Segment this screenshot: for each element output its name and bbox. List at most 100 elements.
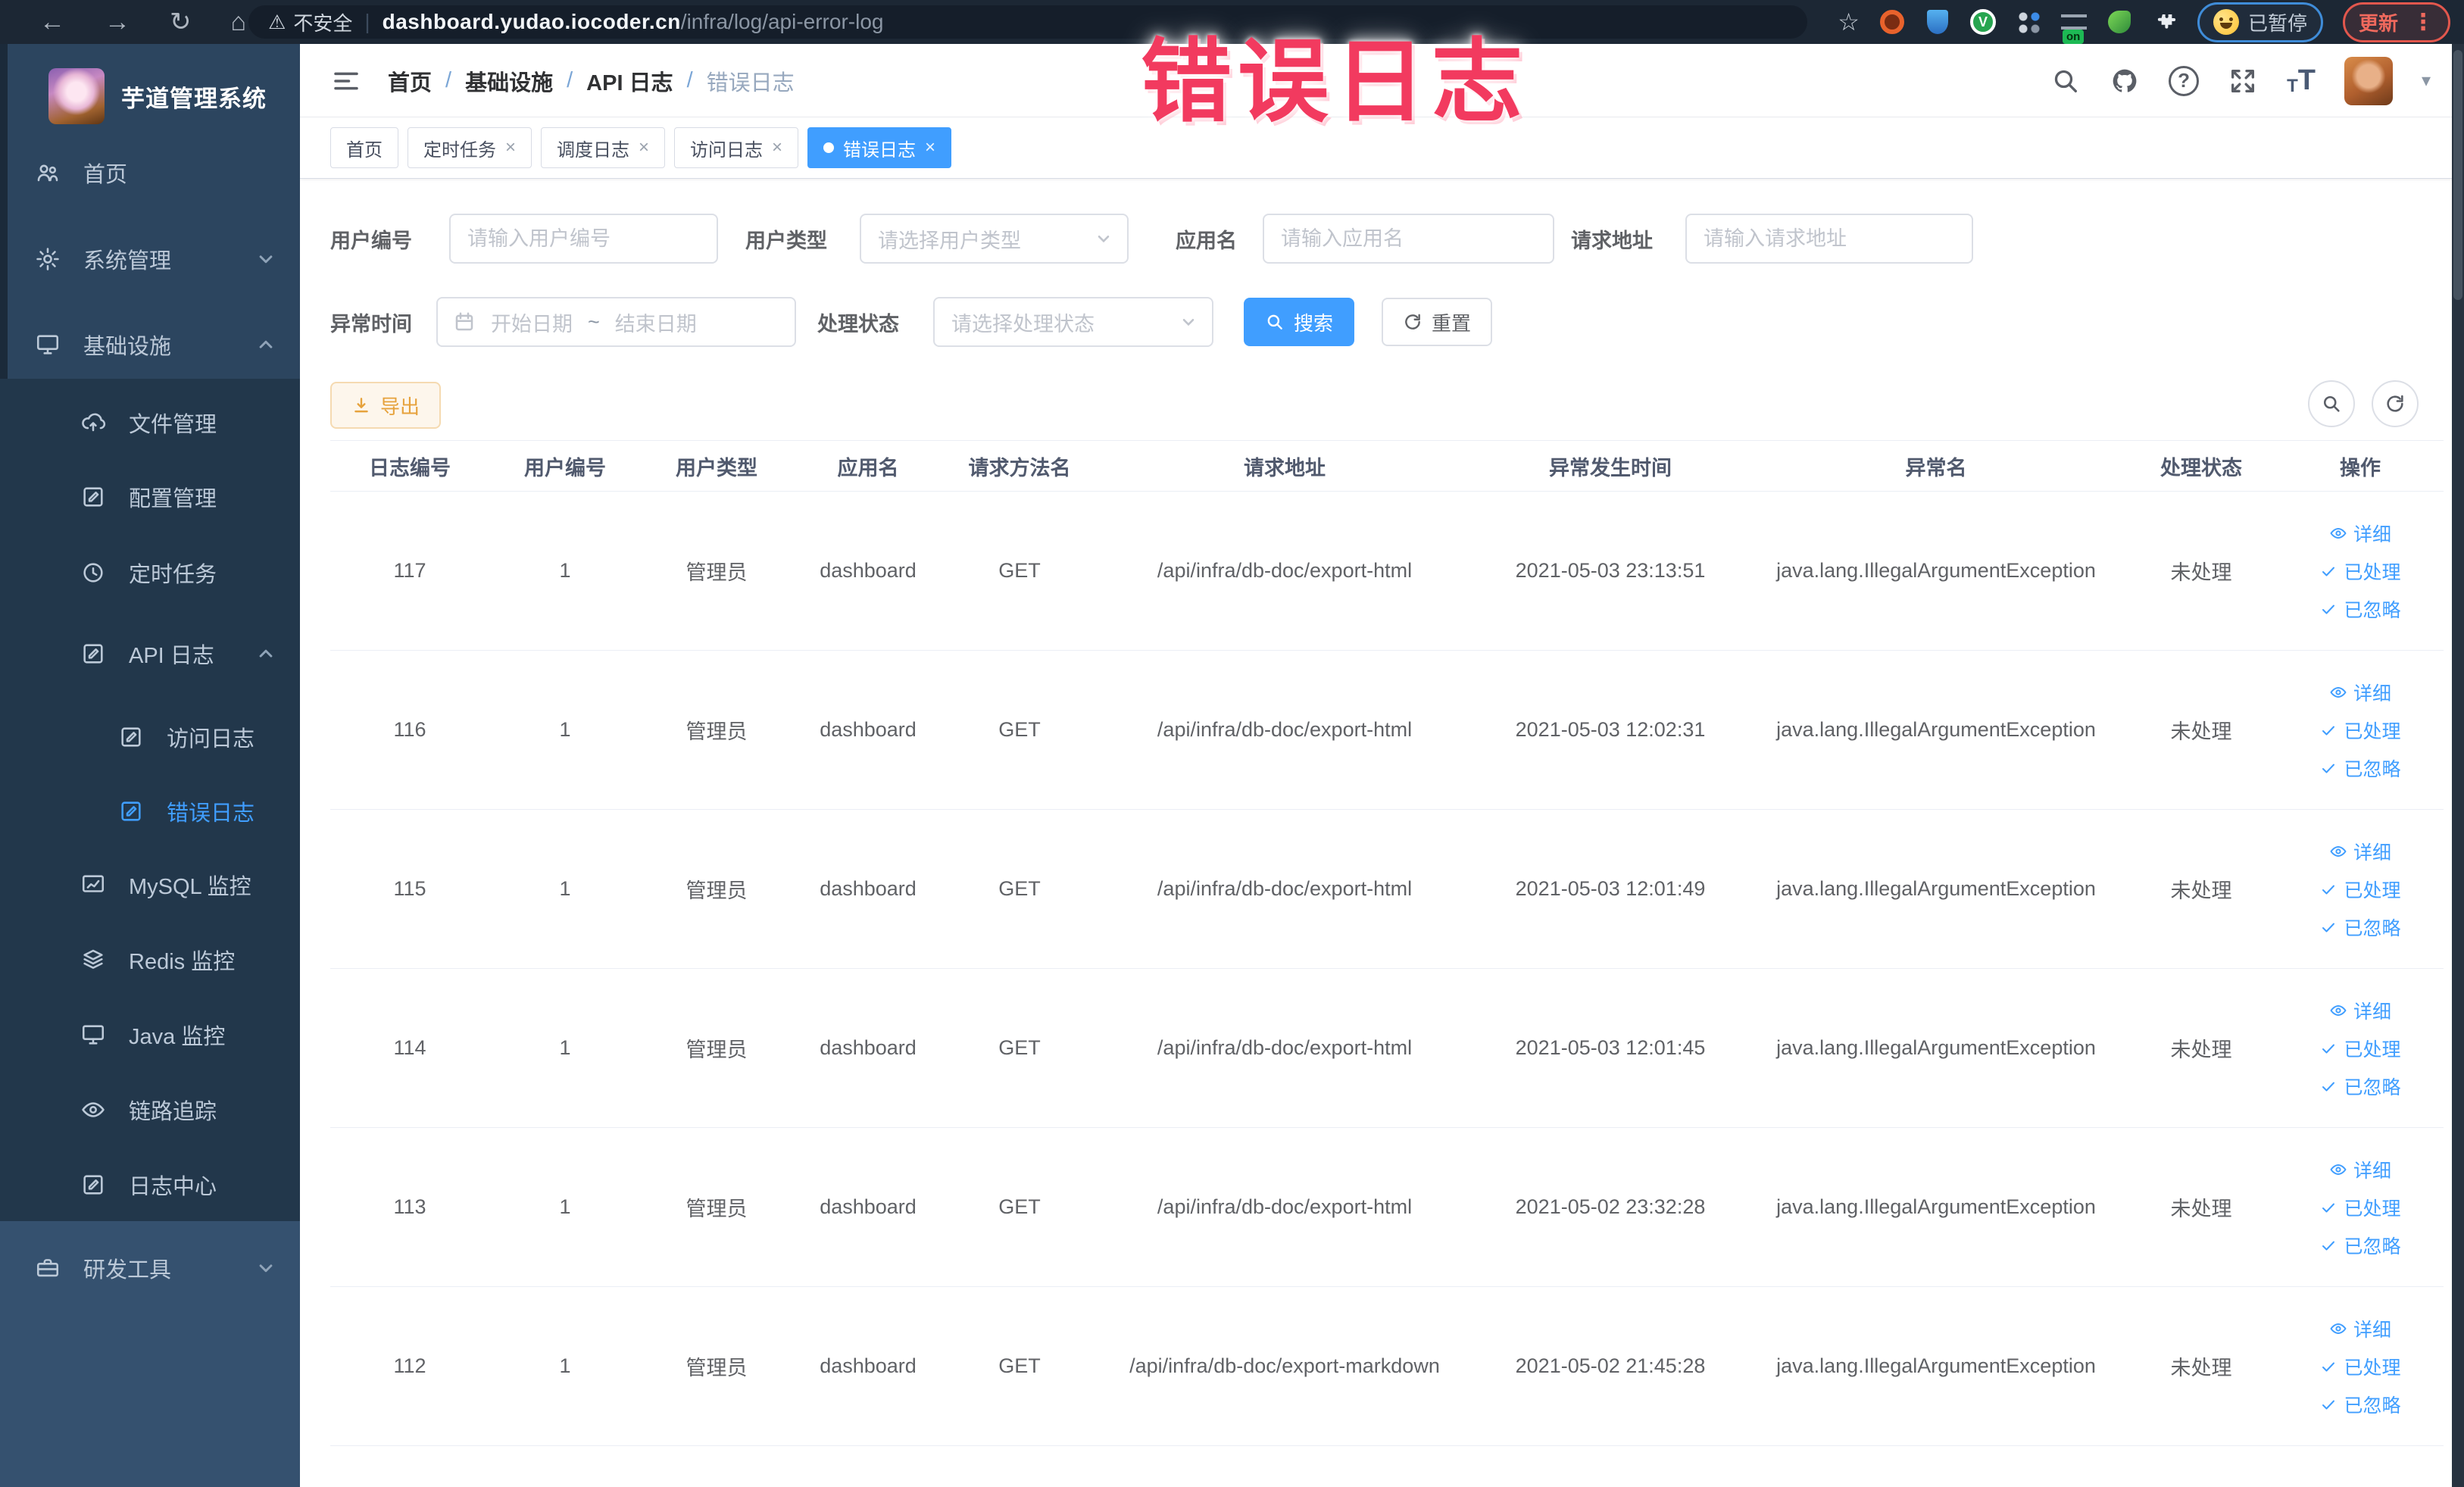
font-size-icon[interactable]: TT: [2287, 64, 2316, 97]
sidebar-item-scheduled-tasks[interactable]: 定时任务: [0, 544, 300, 601]
close-icon[interactable]: ×: [505, 137, 516, 158]
tab-schedule-logs[interactable]: 调度日志 ×: [541, 127, 666, 168]
detail-link[interactable]: 详细: [2329, 520, 2391, 547]
not-secure-warning[interactable]: ⚠ 不安全: [268, 8, 352, 36]
close-icon[interactable]: ×: [772, 137, 782, 158]
detail-link[interactable]: 详细: [2329, 1156, 2391, 1183]
extension-icon-shield[interactable]: [1925, 9, 1950, 35]
sidebar-item-dev-tools[interactable]: 研发工具: [0, 1239, 300, 1297]
detail-link[interactable]: 详细: [2329, 1315, 2391, 1342]
cell-time: 2021-05-03 12:01:49: [1515, 877, 1706, 900]
mark-processed-link[interactable]: 已处理: [2319, 1035, 2401, 1062]
extension-icon-grid[interactable]: [2016, 9, 2041, 35]
browser-update-button[interactable]: 更新 ⋮: [2342, 2, 2450, 42]
browser-back-icon[interactable]: ←: [39, 8, 65, 37]
cell-method: GET: [998, 1195, 1041, 1218]
table-row: 117 1 管理员 dashboard GET /api/infra/db-do…: [330, 492, 2444, 651]
sidebar-item-redis-monitor[interactable]: Redis 监控: [0, 931, 300, 989]
browser-menu-icon[interactable]: ⋮: [2412, 9, 2434, 36]
app-name-input[interactable]: [1263, 214, 1554, 264]
mark-ignored-link[interactable]: 已忽略: [2319, 595, 2401, 623]
exception-time-range-picker[interactable]: 开始日期 ~ 结束日期: [436, 297, 796, 347]
detail-link[interactable]: 详细: [2329, 997, 2391, 1024]
fullscreen-icon[interactable]: [2228, 66, 2258, 96]
close-icon[interactable]: ×: [925, 137, 935, 158]
breadcrumb-home[interactable]: 首页: [388, 65, 432, 97]
eye-icon: [2329, 1161, 2347, 1179]
tab-scheduled-tasks[interactable]: 定时任务 ×: [408, 127, 532, 168]
process-status-select[interactable]: 请选择处理状态: [933, 297, 1213, 347]
chevron-up-icon: [255, 642, 277, 665]
address-bar[interactable]: ⚠ 不安全 | dashboard.yudao.iocoder.cn/infra…: [248, 5, 1807, 39]
sidebar-item-file-management[interactable]: 文件管理: [0, 394, 300, 451]
sidebar-item-config-management[interactable]: 配置管理: [0, 468, 300, 526]
sidebar-item-tracing[interactable]: 链路追踪: [0, 1081, 300, 1139]
detail-link[interactable]: 详细: [2329, 838, 2391, 865]
breadcrumb-infrastructure[interactable]: 基础设施: [465, 65, 553, 97]
table-toolbar: [2308, 380, 2419, 427]
scrollbar[interactable]: [2452, 44, 2464, 1487]
github-icon[interactable]: [2110, 66, 2140, 96]
table-row: 113 1 管理员 dashboard GET /api/infra/db-do…: [330, 1128, 2444, 1287]
mark-ignored-link[interactable]: 已忽略: [2319, 914, 2401, 941]
refresh-icon: [2384, 393, 2406, 414]
reset-button[interactable]: 重置: [1382, 298, 1493, 346]
request-url-input[interactable]: [1685, 214, 1973, 264]
sidebar-item-infrastructure[interactable]: 基础设施: [0, 316, 300, 373]
mark-processed-link[interactable]: 已处理: [2319, 1194, 2401, 1221]
mark-ignored-link[interactable]: 已忽略: [2319, 1073, 2401, 1100]
people-icon: [33, 158, 62, 187]
extension-icon-on-switch[interactable]: on: [2060, 9, 2087, 44]
mark-processed-link[interactable]: 已处理: [2319, 558, 2401, 585]
mark-processed-link[interactable]: 已处理: [2319, 717, 2401, 744]
export-button[interactable]: 导出: [330, 382, 442, 429]
tab-access-logs[interactable]: 访问日志 ×: [674, 127, 799, 168]
user-type-select[interactable]: 请选择用户类型: [860, 214, 1129, 264]
extension-icon-leaf[interactable]: [2106, 9, 2132, 35]
sidebar-item-home[interactable]: 首页: [0, 144, 300, 201]
extensions-puzzle-icon[interactable]: [2152, 9, 2178, 35]
extension-icon-green-v[interactable]: V: [1969, 9, 1996, 35]
mark-ignored-link[interactable]: 已忽略: [2319, 754, 2401, 782]
calendar-icon: [453, 311, 476, 333]
sidebar-item-error-logs[interactable]: 错误日志: [0, 783, 300, 840]
sidebar-item-log-center[interactable]: 日志中心: [0, 1156, 300, 1214]
browser-forward-icon[interactable]: →: [105, 8, 130, 37]
browser-home-icon[interactable]: ⌂: [231, 8, 247, 37]
cell-actions: 详细 已处理 已忽略: [2277, 1315, 2444, 1418]
tab-home[interactable]: 首页: [330, 127, 398, 168]
extension-icon-orange[interactable]: [1879, 9, 1905, 35]
bookmark-star-icon[interactable]: ☆: [1838, 8, 1860, 36]
search-button[interactable]: 搜索: [1244, 298, 1355, 346]
sidebar-item-mysql-monitor[interactable]: MySQL 监控: [0, 856, 300, 914]
detail-link[interactable]: 详细: [2329, 679, 2391, 706]
mark-processed-link[interactable]: 已处理: [2319, 1353, 2401, 1380]
search-icon: [1265, 312, 1285, 332]
breadcrumb-api-logs[interactable]: API 日志: [586, 65, 673, 97]
mark-ignored-link[interactable]: 已忽略: [2319, 1232, 2401, 1259]
paused-badge[interactable]: 已暂停: [2197, 2, 2323, 42]
active-tab-dot: [823, 142, 835, 153]
sidebar-item-java-monitor[interactable]: Java 监控: [0, 1006, 300, 1064]
mark-processed-link[interactable]: 已处理: [2319, 876, 2401, 903]
mark-ignored-link[interactable]: 已忽略: [2319, 1391, 2401, 1418]
sidebar-item-system-management[interactable]: 系统管理: [0, 230, 300, 288]
cell-request-url: /api/infra/db-doc/export-html: [1157, 1195, 1413, 1218]
avatar-caret-down-icon[interactable]: ▾: [2422, 70, 2431, 92]
avatar[interactable]: [2344, 56, 2393, 105]
close-icon[interactable]: ×: [639, 137, 649, 158]
sidebar-item-access-logs[interactable]: 访问日志: [0, 708, 300, 766]
tab-error-logs[interactable]: 错误日志 ×: [807, 127, 952, 168]
sidebar-item-api-logs[interactable]: API 日志: [0, 625, 300, 683]
refresh-button[interactable]: [2372, 380, 2419, 427]
omnibox-divider: |: [364, 10, 370, 33]
sidebar-toggle-icon[interactable]: [330, 65, 362, 97]
app-logo-row[interactable]: 芋道管理系统: [0, 55, 300, 138]
user-id-input[interactable]: [449, 214, 718, 264]
browser-reload-icon[interactable]: ↻: [170, 7, 192, 37]
cell-method: GET: [998, 1354, 1041, 1377]
help-icon[interactable]: ?: [2169, 65, 2200, 96]
toggle-search-button[interactable]: [2308, 380, 2355, 427]
search-icon[interactable]: [2050, 66, 2081, 96]
scrollbar-thumb[interactable]: [2453, 50, 2462, 300]
